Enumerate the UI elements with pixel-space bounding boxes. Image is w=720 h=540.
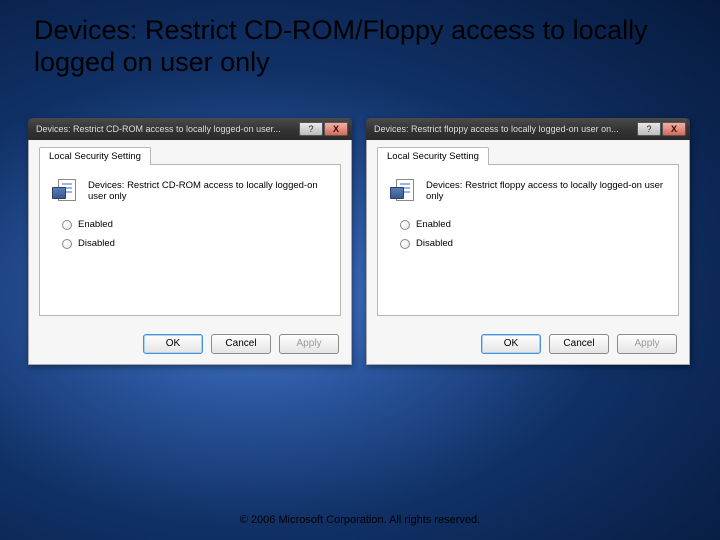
ok-button[interactable]: OK — [481, 334, 541, 354]
titlebar[interactable]: Devices: Restrict floppy access to local… — [366, 118, 690, 140]
radio-enabled[interactable]: Enabled — [62, 219, 328, 230]
radio-disabled[interactable]: Disabled — [62, 238, 328, 249]
tab-panel: Devices: Restrict CD-ROM access to local… — [39, 164, 341, 316]
policy-name: Devices: Restrict floppy access to local… — [426, 180, 666, 202]
policy-icon — [52, 179, 78, 203]
tab-panel: Devices: Restrict floppy access to local… — [377, 164, 679, 316]
help-button[interactable]: ? — [637, 122, 661, 136]
policy-icon — [390, 179, 416, 203]
button-row: OK Cancel Apply — [481, 334, 677, 354]
dialog-body: Local Security Setting Devices: Restrict… — [366, 140, 690, 365]
dialogs-container: Devices: Restrict CD-ROM access to local… — [28, 118, 690, 365]
slide-title: Devices: Restrict CD-ROM/Floppy access t… — [34, 14, 690, 79]
radio-disabled[interactable]: Disabled — [400, 238, 666, 249]
apply-button[interactable]: Apply — [279, 334, 339, 354]
radio-label: Enabled — [416, 219, 451, 230]
policy-header: Devices: Restrict CD-ROM access to local… — [52, 179, 328, 203]
dialog-floppy: Devices: Restrict floppy access to local… — [366, 118, 690, 365]
tab-strip: Local Security Setting — [377, 146, 679, 164]
help-button[interactable]: ? — [299, 122, 323, 136]
policy-name: Devices: Restrict CD-ROM access to local… — [88, 180, 328, 202]
close-button[interactable]: X — [662, 122, 686, 136]
radio-icon — [400, 220, 410, 230]
cancel-button[interactable]: Cancel — [549, 334, 609, 354]
tab-local-security-setting[interactable]: Local Security Setting — [39, 147, 151, 165]
cancel-button[interactable]: Cancel — [211, 334, 271, 354]
radio-label: Disabled — [416, 238, 453, 249]
close-button[interactable]: X — [324, 122, 348, 136]
window-controls: ? X — [299, 122, 348, 136]
window-title: Devices: Restrict CD-ROM access to local… — [36, 124, 299, 134]
radio-enabled[interactable]: Enabled — [400, 219, 666, 230]
titlebar[interactable]: Devices: Restrict CD-ROM access to local… — [28, 118, 352, 140]
window-title: Devices: Restrict floppy access to local… — [374, 124, 637, 134]
radio-label: Enabled — [78, 219, 113, 230]
radio-label: Disabled — [78, 238, 115, 249]
ok-button[interactable]: OK — [143, 334, 203, 354]
apply-button[interactable]: Apply — [617, 334, 677, 354]
radio-icon — [62, 220, 72, 230]
footer-copyright: © 2006 Microsoft Corporation. All rights… — [0, 514, 720, 526]
window-controls: ? X — [637, 122, 686, 136]
dialog-cdrom: Devices: Restrict CD-ROM access to local… — [28, 118, 352, 365]
radio-icon — [400, 239, 410, 249]
tab-local-security-setting[interactable]: Local Security Setting — [377, 147, 489, 165]
dialog-body: Local Security Setting Devices: Restrict… — [28, 140, 352, 365]
tab-strip: Local Security Setting — [39, 146, 341, 164]
policy-header: Devices: Restrict floppy access to local… — [390, 179, 666, 203]
button-row: OK Cancel Apply — [143, 334, 339, 354]
radio-icon — [62, 239, 72, 249]
